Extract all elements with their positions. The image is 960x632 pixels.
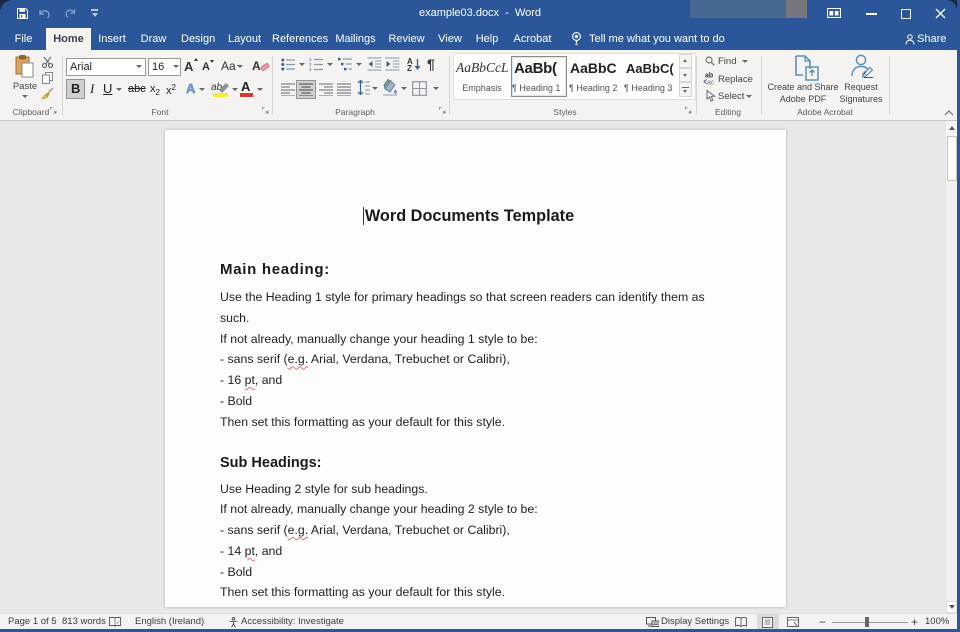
svg-text:✓: ✓ — [116, 620, 121, 626]
svg-text:ac: ac — [707, 80, 715, 86]
svg-text:3: 3 — [309, 67, 312, 71]
svg-text:ab: ab — [705, 73, 713, 80]
svg-text:Z: Z — [407, 64, 412, 71]
svg-text:x: x — [862, 71, 867, 77]
